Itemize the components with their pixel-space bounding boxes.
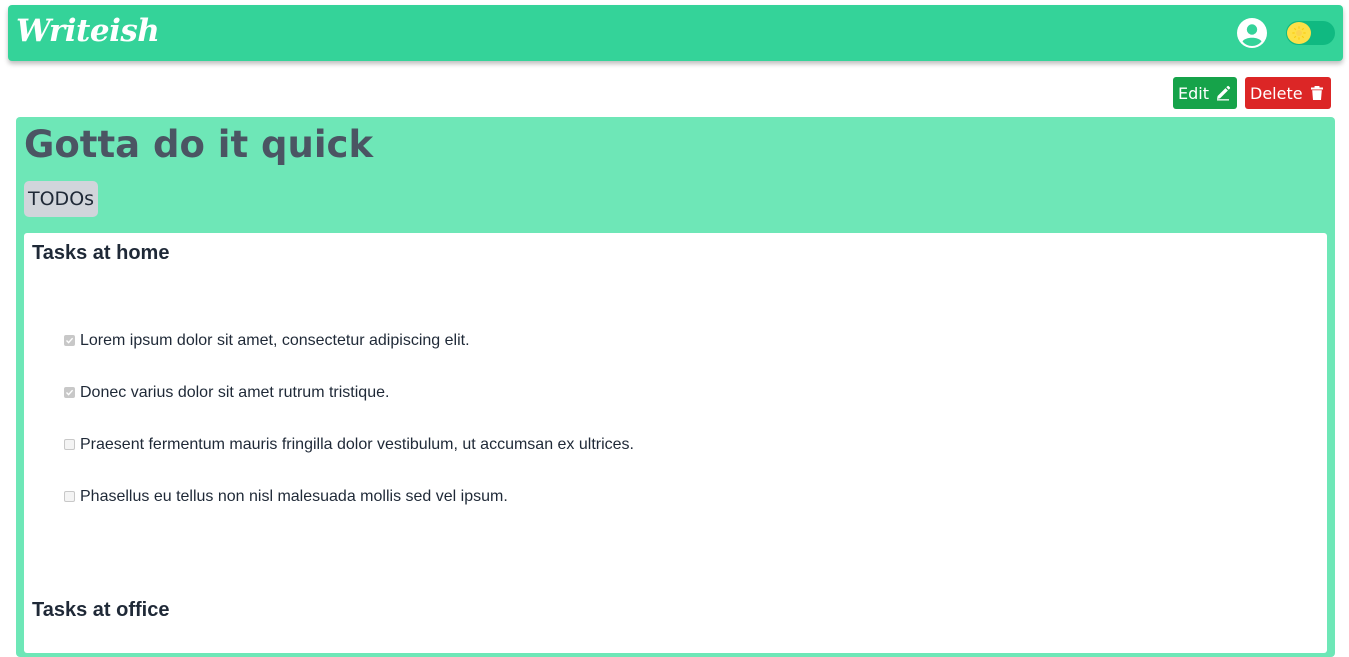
todo-label: Phasellus eu tellus non nisl malesuada m… <box>80 488 508 505</box>
pencil-icon <box>1215 85 1231 101</box>
section-heading-home: Tasks at home <box>32 242 170 264</box>
section-heading-office: Tasks at office <box>32 599 170 621</box>
todo-item: Lorem ipsum dolor sit amet, consectetur … <box>64 331 470 351</box>
todo-label: Praesent fermentum mauris fringilla dolo… <box>80 436 634 453</box>
account-circle-icon[interactable] <box>1236 17 1268 49</box>
todo-item: Donec varius dolor sit amet rutrum trist… <box>64 383 389 403</box>
edit-button[interactable]: Edit <box>1173 77 1237 109</box>
todo-checkbox[interactable] <box>64 438 75 450</box>
todo-checkbox[interactable] <box>64 386 75 398</box>
todo-label: Donec varius dolor sit amet rutrum trist… <box>80 384 390 401</box>
delete-button-label: Delete <box>1250 83 1303 103</box>
sun-icon <box>1287 22 1311 44</box>
theme-toggle[interactable] <box>1286 21 1335 45</box>
todo-checkbox[interactable] <box>64 490 75 502</box>
todo-label: Lorem ipsum dolor sit amet, consectetur … <box>80 332 470 349</box>
trash-icon <box>1309 85 1325 101</box>
note-tag[interactable]: TODOs <box>24 181 99 217</box>
note-title: Gotta do it quick <box>24 123 374 166</box>
app-logo[interactable]: Writeish <box>16 9 160 53</box>
todo-item: Phasellus eu tellus non nisl malesuada m… <box>64 487 508 507</box>
todo-item: Praesent fermentum mauris fringilla dolo… <box>64 435 634 455</box>
todo-checkbox[interactable] <box>64 334 75 346</box>
delete-button[interactable]: Delete <box>1245 77 1331 109</box>
edit-button-label: Edit <box>1178 83 1209 103</box>
top-navbar: Writeish <box>8 5 1343 61</box>
